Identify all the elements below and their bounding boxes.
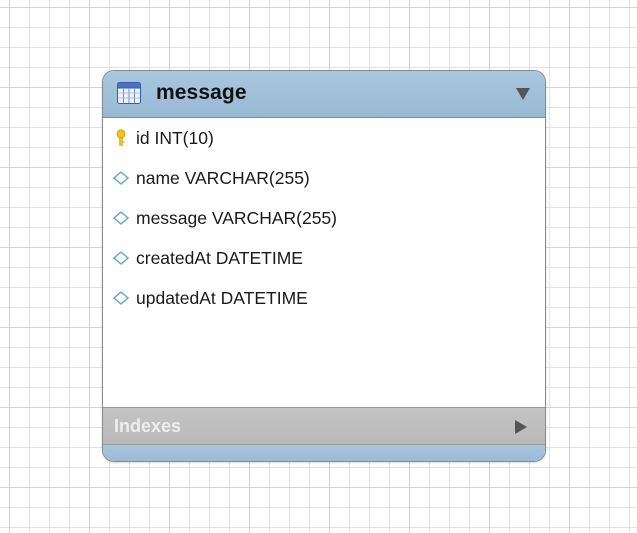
column-diamond-icon xyxy=(113,211,129,225)
entity-footer xyxy=(103,445,545,461)
column-row-updatedat[interactable]: updatedAt DATETIME xyxy=(103,283,545,313)
column-label: id INT(10) xyxy=(136,128,214,148)
column-label: message VARCHAR(255) xyxy=(136,208,337,228)
column-row-createdat[interactable]: createdAt DATETIME xyxy=(103,243,545,273)
indexes-section-toggle[interactable]: Indexes xyxy=(103,407,545,445)
column-label: name VARCHAR(255) xyxy=(136,168,310,188)
column-diamond-icon xyxy=(113,251,129,265)
column-diamond-icon xyxy=(113,291,129,305)
entity-header[interactable]: message xyxy=(103,71,545,118)
column-label: createdAt DATETIME xyxy=(136,248,303,268)
column-row-id[interactable]: id INT(10) xyxy=(103,123,545,153)
entity-table-message[interactable]: message id INT(10) name VARCHAR(255) mes… xyxy=(102,70,546,462)
table-icon xyxy=(117,82,141,104)
indexes-label: Indexes xyxy=(114,416,182,436)
column-row-name[interactable]: name VARCHAR(255) xyxy=(103,163,545,193)
column-list: id INT(10) name VARCHAR(255) message VAR… xyxy=(103,118,545,407)
primary-key-icon xyxy=(116,129,126,146)
collapse-triangle-icon[interactable] xyxy=(515,87,531,101)
entity-title: message xyxy=(156,81,247,104)
column-label: updatedAt DATETIME xyxy=(136,288,308,308)
column-diamond-icon xyxy=(113,171,129,185)
expand-triangle-icon[interactable] xyxy=(514,419,528,435)
column-row-message[interactable]: message VARCHAR(255) xyxy=(103,203,545,233)
